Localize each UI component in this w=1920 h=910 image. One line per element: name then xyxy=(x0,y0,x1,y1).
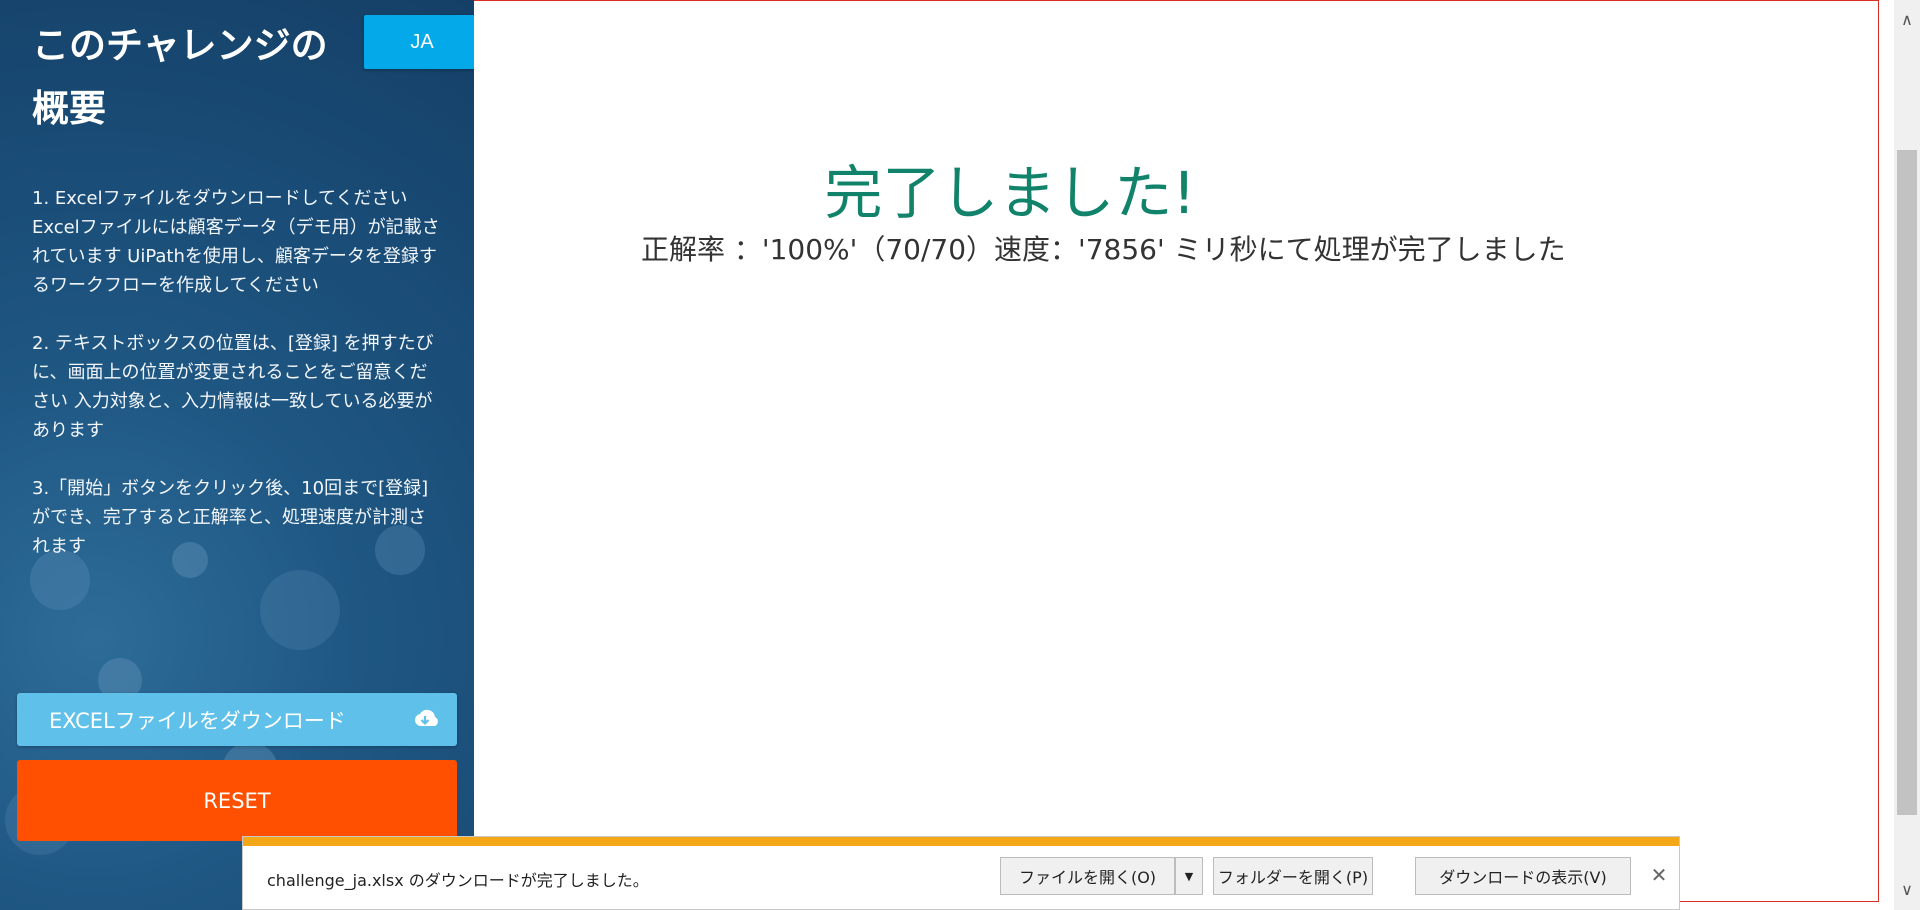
open-folder-button[interactable]: フォルダーを開く(P) xyxy=(1213,857,1373,895)
cloud-download-icon xyxy=(414,709,438,726)
language-button[interactable]: JA xyxy=(364,15,474,69)
download-excel-button[interactable]: EXCELファイルをダウンロード xyxy=(17,693,457,746)
sidebar-title: このチャレンジの概要 xyxy=(32,24,328,130)
view-downloads-button[interactable]: ダウンロードの表示(V) xyxy=(1415,857,1631,895)
vertical-scrollbar[interactable]: ∧ ∨ xyxy=(1894,0,1920,910)
instruction-step-1: 1. Excelファイルをダウンロードしてください Excelファイルには顧客デ… xyxy=(32,188,440,296)
download-notification-bar: challenge_ja.xlsx のダウンロードが完了しました。 ファイルを開… xyxy=(242,836,1680,910)
instructions: 1. Excelファイルをダウンロードしてください Excelファイルには顧客デ… xyxy=(32,184,442,590)
download-message: challenge_ja.xlsx のダウンロードが完了しました。 xyxy=(267,871,649,890)
caret-down-icon[interactable]: ▼ xyxy=(1175,857,1203,895)
reset-button[interactable]: RESET xyxy=(17,760,457,841)
download-progress-bar xyxy=(243,837,1679,846)
scroll-down-icon[interactable]: ∨ xyxy=(1898,880,1916,899)
completion-title: 完了しました! xyxy=(824,159,1196,227)
scroll-up-icon[interactable]: ∧ xyxy=(1898,10,1916,29)
open-file-button[interactable]: ファイルを開く(O) xyxy=(1000,857,1175,895)
instruction-step-3: 3.「開始」ボタンをクリック後、10回まで[登録]ができ、完了すると正解率と、処… xyxy=(32,478,429,557)
scroll-thumb[interactable] xyxy=(1897,150,1917,815)
instruction-step-2: 2. テキストボックスの位置は、[登録] を押すたびに、画面上の位置が変更される… xyxy=(32,333,434,441)
sidebar: このチャレンジの概要 JA 1. Excelファイルをダウンロードしてください … xyxy=(0,0,474,910)
close-icon[interactable]: ✕ xyxy=(1647,863,1671,887)
result-text: 正解率 ：'100%'（70/70）速度：'7856' ミリ秒にて処理が完了しま… xyxy=(641,233,1566,266)
download-excel-label: EXCELファイルをダウンロード xyxy=(49,708,346,733)
